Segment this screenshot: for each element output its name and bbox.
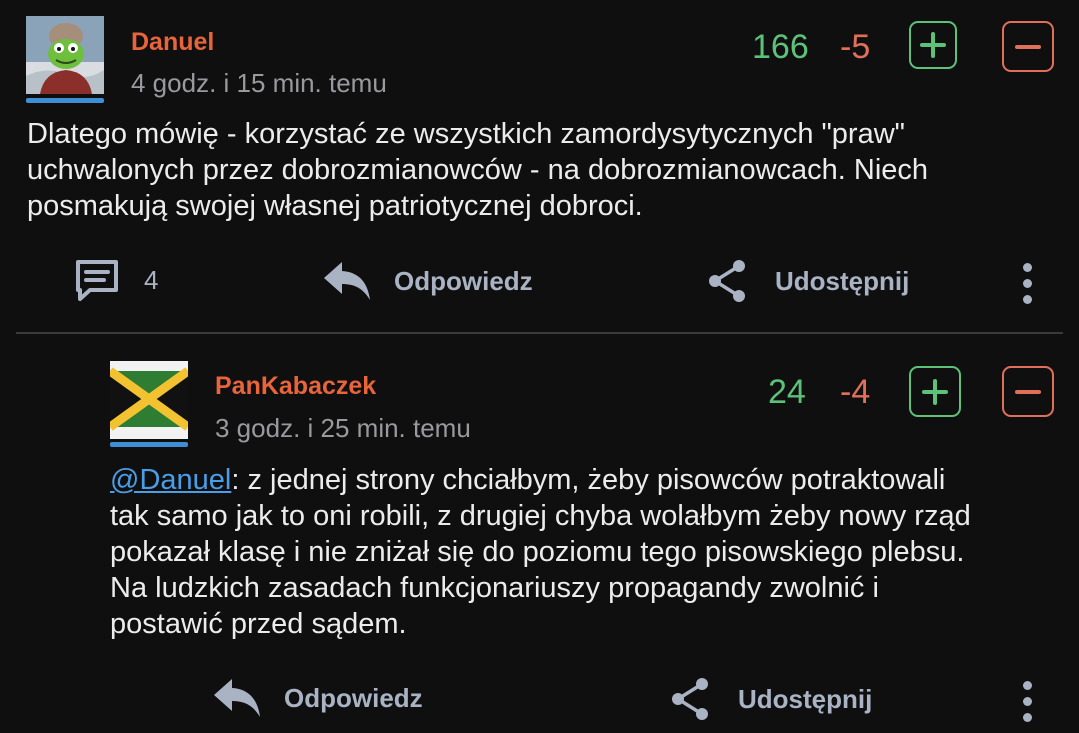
body-line: posmakują swojej własnej patriotycznej d… <box>27 190 643 222</box>
body-line: tak samo jak to oni robili, z drugiej ch… <box>110 500 971 532</box>
avatar-underline <box>110 442 188 447</box>
share-icon <box>672 678 708 720</box>
body-line-rest: : z jednej strony chciałbym, żeby pisowc… <box>231 464 946 496</box>
more-options-icon[interactable] <box>1021 681 1033 722</box>
upvote-count: 24 <box>768 373 806 411</box>
avatar[interactable] <box>110 361 188 439</box>
body-line: Na ludzkich zasadach funkcjonariuszy pro… <box>110 572 879 604</box>
comment-bubble-icon <box>76 260 118 301</box>
share-button[interactable]: Udostępnij <box>669 676 872 722</box>
comment-divider <box>16 332 1063 334</box>
timestamp: 3 godz. i 25 min. temu <box>215 413 471 443</box>
comment-danuel: Danuel 4 godz. i 15 min. temu 166 -5 Dla… <box>0 0 1079 330</box>
author-name[interactable]: Danuel <box>131 28 214 57</box>
minus-icon <box>1015 44 1041 49</box>
downvote-button[interactable] <box>1002 21 1054 72</box>
avatar[interactable] <box>26 16 104 94</box>
comment-pankabaczek: PanKabaczek 3 godz. i 25 min. temu 24 -4… <box>0 336 1079 733</box>
body-line: postawić przed sądem. <box>110 608 407 640</box>
share-label: Udostępnij <box>738 683 873 714</box>
body-line: Dlatego mówię - korzystać ze wszystkich … <box>27 118 905 150</box>
kermit-avatar-icon <box>26 16 104 94</box>
reply-label: Odpowiedz <box>394 265 533 296</box>
comment-body: @Danuel: z jednej strony chciałbym, żeby… <box>110 462 971 642</box>
user-mention-link[interactable]: @Danuel <box>110 464 231 496</box>
reply-count: 4 <box>144 264 159 295</box>
share-icon <box>709 260 745 302</box>
replies-button[interactable]: 4 <box>74 258 158 302</box>
reply-arrow-icon <box>324 262 370 300</box>
upvote-button[interactable] <box>909 366 961 417</box>
reply-button[interactable]: Odpowiedz <box>212 677 423 719</box>
plus-icon <box>920 32 946 58</box>
more-options-icon[interactable] <box>1021 263 1033 304</box>
body-line: pokazał klasę i nie zniżał się do poziom… <box>110 536 965 568</box>
reply-arrow-icon <box>214 679 260 717</box>
reply-label: Odpowiedz <box>284 682 423 713</box>
downvote-count: -4 <box>840 373 871 411</box>
minus-icon <box>1015 389 1041 394</box>
downvote-count: -5 <box>840 28 871 66</box>
timestamp: 4 godz. i 15 min. temu <box>131 68 387 98</box>
body-line: uchwalonych przez dobrozmianowców - na d… <box>27 154 929 186</box>
body-line: @Danuel: z jednej strony chciałbym, żeby… <box>110 462 971 498</box>
downvote-button[interactable] <box>1002 366 1054 417</box>
comment-body: Dlatego mówię - korzystać ze wszystkich … <box>27 116 928 224</box>
reply-button[interactable]: Odpowiedz <box>322 260 533 302</box>
share-label: Udostępnij <box>775 265 910 296</box>
upvote-count: 166 <box>752 28 809 66</box>
upvote-button[interactable] <box>909 21 957 69</box>
share-button[interactable]: Udostępnij <box>706 258 909 304</box>
author-name[interactable]: PanKabaczek <box>215 372 376 401</box>
avatar-underline <box>26 98 104 103</box>
plus-icon <box>922 378 948 405</box>
jamaica-flag-avatar-icon <box>110 361 188 439</box>
